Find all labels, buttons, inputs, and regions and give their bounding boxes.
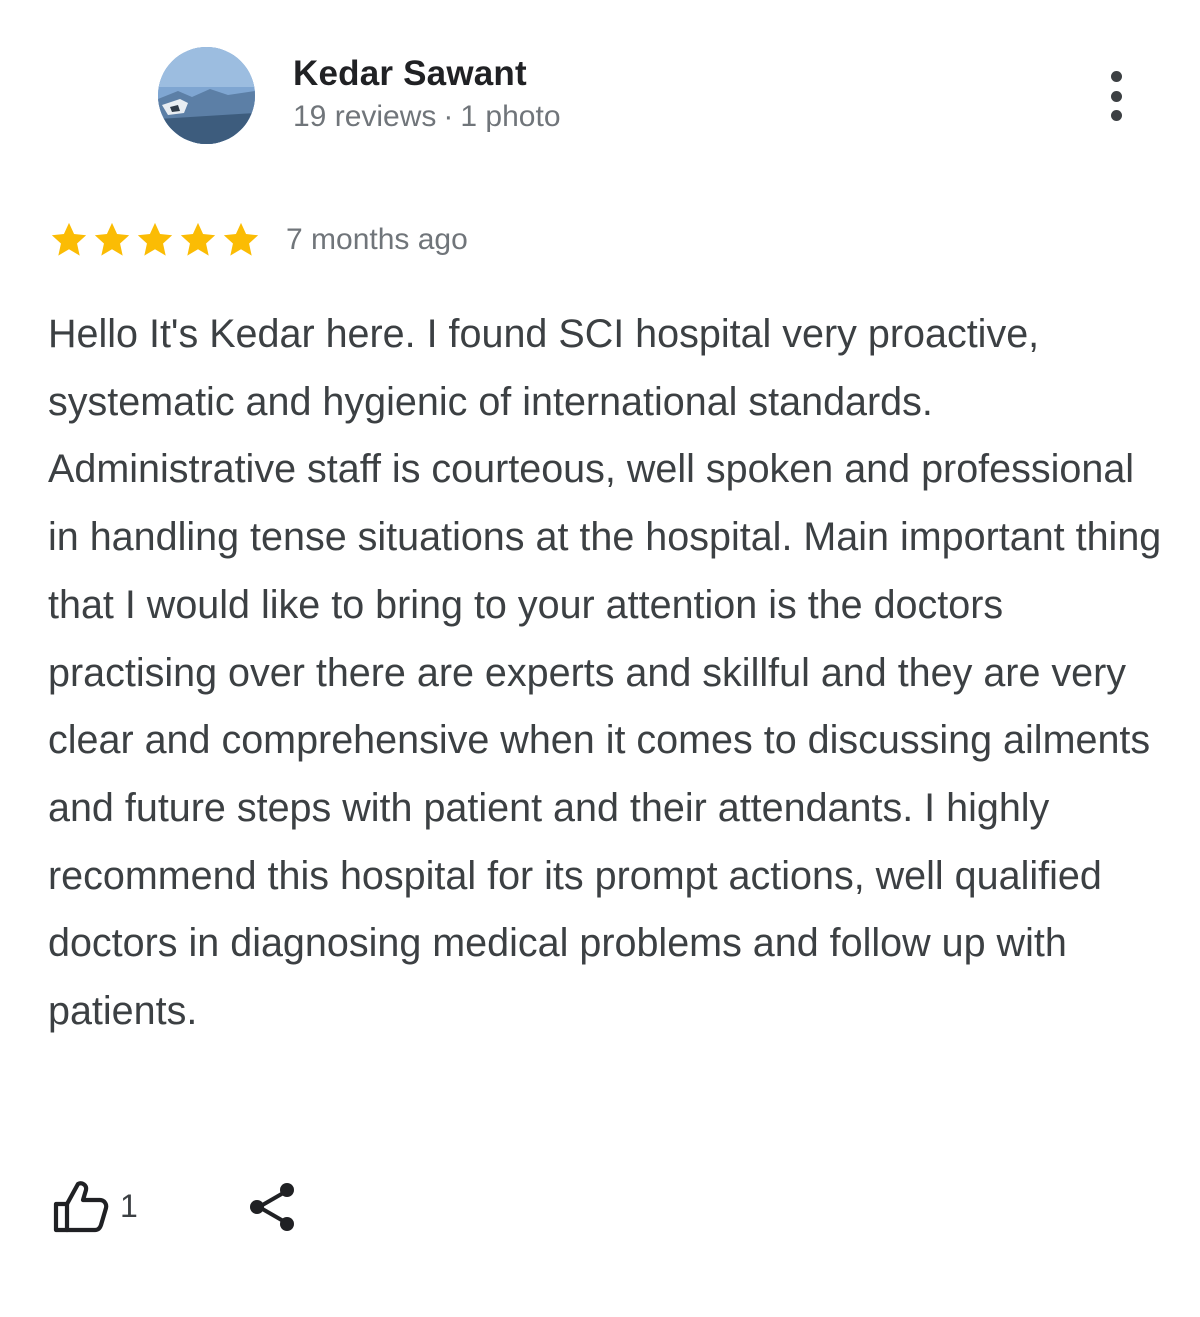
star-icon [51, 222, 87, 256]
reviewer-name[interactable]: Kedar Sawant [293, 54, 527, 94]
more-vert-icon-dot [1110, 90, 1122, 102]
star-icon [94, 222, 130, 256]
thumb-up-icon [53, 1181, 109, 1233]
star-icon [223, 222, 259, 256]
star-icon [180, 222, 216, 256]
more-vert-icon-dot [1110, 110, 1122, 121]
more-vert-icon [1110, 71, 1122, 82]
review-date: 7 months ago [286, 223, 468, 256]
like-count: 1 [120, 1187, 138, 1224]
avatar[interactable] [158, 47, 255, 144]
star-icon [137, 222, 173, 256]
share-button[interactable] [245, 1178, 303, 1236]
review-text: Hello It's Kedar here. I found SCI hospi… [48, 312, 1162, 1034]
photo-count: 1 photo [460, 100, 561, 133]
star-rating [48, 219, 262, 261]
like-button[interactable]: 1 [50, 1176, 138, 1236]
reviewer-stats: 19 reviews · 1 photo [293, 100, 561, 134]
profile-photo [158, 47, 255, 144]
meta-separator: · [443, 100, 454, 133]
more-options-button[interactable] [1092, 64, 1140, 128]
rating-row: 7 months ago [48, 218, 468, 262]
review-count: 19 reviews [293, 100, 437, 133]
share-icon [250, 1183, 294, 1231]
